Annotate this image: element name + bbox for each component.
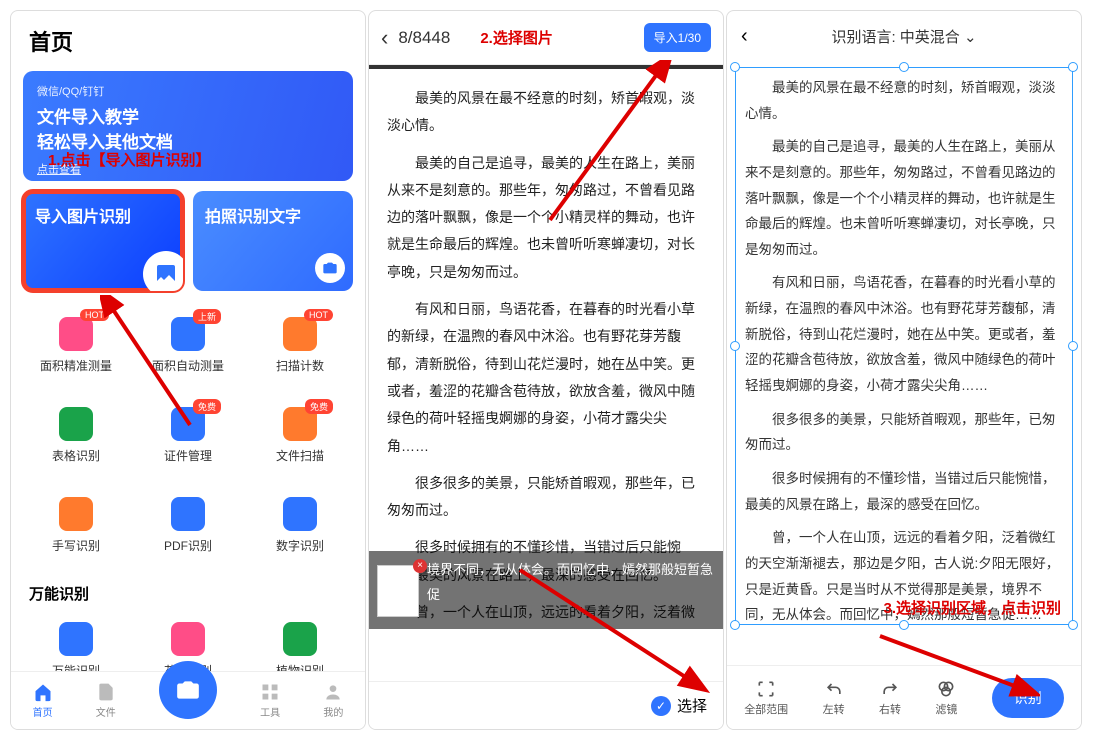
- lang-value: 中英混合: [900, 29, 960, 46]
- nav-home[interactable]: 首页: [33, 682, 53, 719]
- feature-4[interactable]: 免费证件管理: [135, 393, 241, 477]
- feature-icon: [59, 317, 93, 351]
- annotation-step2: 2.选择图片: [480, 27, 553, 48]
- chevron-down-icon: ⌄: [964, 29, 977, 46]
- section-title-universal: 万能识别: [11, 579, 365, 608]
- select-button[interactable]: 选择: [677, 695, 707, 716]
- feature-label: 文件扫描: [276, 447, 324, 464]
- handle-br[interactable]: [1068, 620, 1078, 630]
- nav-camera-button[interactable]: [159, 661, 217, 719]
- handle-bl[interactable]: [730, 620, 740, 630]
- feature-8[interactable]: 数字识别: [247, 483, 353, 567]
- check-icon[interactable]: ✓: [651, 696, 671, 716]
- preview-paragraph: 最美的自己是追寻，最美的人生在路上，美丽从来不是刻意的。那些年，匆匆路过，不曾看…: [387, 150, 705, 286]
- feature-label: 面积自动测量: [152, 357, 224, 374]
- tool-filter[interactable]: 滤镜: [935, 679, 957, 717]
- card-photo-ocr[interactable]: 拍照识别文字: [193, 191, 353, 291]
- tool-full-range[interactable]: 全部范围: [744, 679, 788, 717]
- remove-thumbnail-icon[interactable]: ×: [413, 559, 427, 573]
- crop-toolbar: 全部范围 左转 右转 滤镜 识别: [727, 665, 1081, 729]
- feature-3[interactable]: 表格识别: [23, 393, 129, 477]
- handle-mr[interactable]: [1068, 341, 1078, 351]
- feature-label: 证件管理: [164, 447, 212, 464]
- handle-ml[interactable]: [730, 341, 740, 351]
- feature-label: 表格识别: [52, 447, 100, 464]
- preview-paragraph: 最美的风景在最不经意的时刻，矫首暇观，淡淡心情。: [387, 85, 705, 140]
- tool-rotate-right[interactable]: 右转: [879, 679, 901, 717]
- feature-label: 面积精准测量: [40, 357, 112, 374]
- tutorial-banner[interactable]: 微信/QQ/钉钉 文件导入教学 轻松导入其他文档 点击查看 1.点击【导入图片识…: [23, 71, 353, 181]
- preview-paragraph: 有风和日丽，鸟语花香，在暮春的时光看小草的新绿，在温煦的春风中沐浴。也有野花芽芳…: [387, 296, 705, 460]
- feature-icon: [283, 622, 317, 656]
- screen-crop: ‹ 识别语言: 中英混合 ⌄ 最美的风景在最不经意的时刻，矫首暇观，淡淡心情。最…: [726, 10, 1082, 730]
- card-import-label: 导入图片识别: [35, 209, 131, 226]
- back-button[interactable]: ‹: [381, 25, 388, 51]
- feature-0[interactable]: HOT 面积精准测量: [23, 303, 129, 387]
- import-button[interactable]: 导入1/30: [644, 23, 711, 52]
- nav-tools[interactable]: 工具: [260, 682, 280, 719]
- feature-icon: [59, 407, 93, 441]
- back-button[interactable]: ‹: [741, 25, 748, 48]
- selection-rect[interactable]: [735, 67, 1073, 625]
- feature-icon: [171, 622, 205, 656]
- bottom-nav: 首页 文件 工具 我的: [11, 671, 365, 729]
- tool-rotate-left[interactable]: 左转: [823, 679, 845, 717]
- feature-2[interactable]: HOT 扫描计数: [247, 303, 353, 387]
- feature-label: 数字识别: [276, 537, 324, 554]
- badge: HOT: [304, 309, 333, 321]
- preview-body[interactable]: 最美的风景在最不经意的时刻，矫首暇观，淡淡心情。最美的自己是追寻，最美的人生在路…: [369, 69, 723, 629]
- handle-tl[interactable]: [730, 62, 740, 72]
- handle-tr[interactable]: [1068, 62, 1078, 72]
- camera-icon: [315, 253, 345, 283]
- picker-counter: 8/8448: [398, 28, 450, 48]
- card-photo-label: 拍照识别文字: [205, 209, 301, 226]
- preview-paragraph: 很多很多的美景，只能矫首暇观，那些年，已匆匆而过。: [387, 470, 705, 525]
- screen-home: 首页 微信/QQ/钉钉 文件导入教学 轻松导入其他文档 点击查看 1.点击【导入…: [10, 10, 366, 730]
- feature-1[interactable]: 上新面积自动测量: [135, 303, 241, 387]
- feature-icon: [59, 622, 93, 656]
- image-icon: [143, 251, 183, 291]
- feature-label: 手写识别: [52, 537, 100, 554]
- feature-6[interactable]: 手写识别: [23, 483, 129, 567]
- recognize-button[interactable]: 识别: [992, 678, 1064, 718]
- crop-body[interactable]: 最美的风景在最不经意的时刻，矫首暇观，淡淡心情。最美的自己是追寻，最美的人生在路…: [727, 61, 1081, 631]
- feature-label: 扫描计数: [276, 357, 324, 374]
- banner-line1: 文件导入教学: [37, 103, 339, 128]
- banner-line0: 微信/QQ/钉钉: [37, 83, 339, 99]
- overlay-text: 境界不同，无从体会。而回忆中，嫣然那般短暂急促: [427, 555, 713, 608]
- feature-7[interactable]: PDF识别: [135, 483, 241, 567]
- page-title: 首页: [11, 11, 365, 61]
- feature-icon: [59, 497, 93, 531]
- nav-files[interactable]: 文件: [96, 682, 116, 719]
- annotation-step3: 3.选择识别区域，点击识别: [883, 595, 1061, 624]
- feature-icon: [171, 497, 205, 531]
- lang-prefix: 识别语言:: [831, 29, 899, 46]
- handle-tm[interactable]: [899, 62, 909, 72]
- badge: 免费: [305, 399, 333, 414]
- badge: 上新: [193, 309, 221, 324]
- feature-5[interactable]: 免费文件扫描: [247, 393, 353, 477]
- feature-label: PDF识别: [164, 537, 212, 554]
- selected-thumbnail[interactable]: [377, 565, 419, 617]
- feature-icon: [283, 497, 317, 531]
- badge: 免费: [193, 399, 221, 414]
- badge: HOT: [80, 309, 109, 321]
- language-selector[interactable]: 识别语言: 中英混合 ⌄: [831, 26, 976, 47]
- card-import-image-ocr[interactable]: 导入图片识别: [23, 191, 183, 291]
- screen-picker: ‹ 8/8448 2.选择图片 导入1/30 最美的风景在最不经意的时刻，矫首暇…: [368, 10, 724, 730]
- feature-icon: [283, 317, 317, 351]
- annotation-step1: 1.点击【导入图片识别】: [48, 149, 211, 170]
- nav-mine[interactable]: 我的: [323, 682, 343, 719]
- dimmed-overlay: 境界不同，无从体会。而回忆中，嫣然那般短暂急促 ×: [369, 551, 723, 629]
